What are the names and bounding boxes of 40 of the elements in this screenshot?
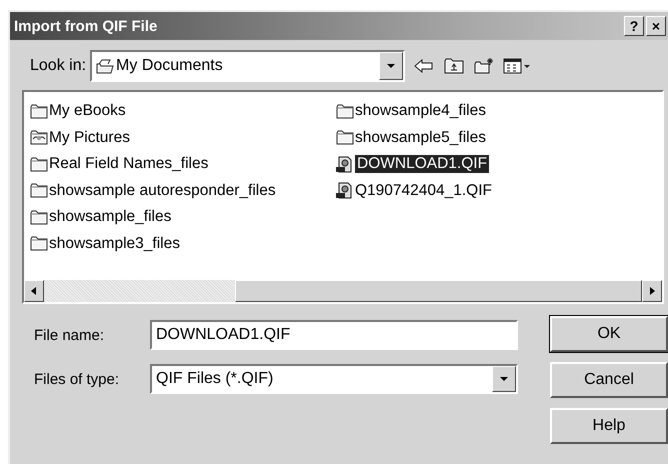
up-folder-icon[interactable] (443, 57, 466, 75)
file-name-label: File name: (34, 326, 106, 344)
folder-icon (30, 182, 48, 200)
pictures-folder-icon (30, 129, 48, 146)
cancel-button[interactable]: Cancel (550, 362, 668, 398)
scroll-left-icon[interactable] (29, 286, 39, 296)
file-item[interactable]: showsample3_files (30, 230, 183, 257)
document-icon (336, 156, 354, 173)
document-icon (336, 182, 354, 200)
close-button[interactable]: × (646, 16, 666, 36)
file-item[interactable]: showsample5_files (336, 124, 489, 151)
back-arrow-icon[interactable] (413, 57, 436, 75)
folder-icon (96, 58, 114, 74)
file-item[interactable]: Q190742404_1.QIF (336, 178, 496, 204)
file-type-label: Files of type: (34, 370, 120, 388)
look-in-dropdown[interactable]: My Documents (90, 50, 406, 82)
window-title: Import from QIF File (14, 18, 158, 34)
folder-icon (30, 235, 48, 252)
scroll-thumb[interactable] (235, 280, 642, 302)
scroll-right-icon[interactable] (647, 286, 657, 296)
file-type-dropdown[interactable]: QIF Files (*.QIF) (150, 364, 518, 394)
new-folder-icon[interactable] (473, 57, 496, 75)
file-name-field[interactable]: DOWNLOAD1.QIF (150, 320, 518, 350)
folder-icon (30, 102, 48, 120)
help-button[interactable]: Help (550, 408, 668, 444)
help-button[interactable]: ? (624, 16, 644, 36)
folder-icon (30, 208, 48, 226)
file-item[interactable]: showsample4_files (336, 98, 489, 124)
folder-icon (336, 102, 354, 120)
horizontal-scrollbar[interactable] (24, 280, 662, 302)
file-item[interactable]: showsample autoresponder_files (30, 178, 279, 204)
file-item[interactable]: My eBooks (30, 98, 129, 124)
folder-icon (336, 129, 354, 146)
file-item[interactable]: My Pictures (30, 124, 133, 151)
file-item[interactable]: showsample_files (30, 204, 174, 230)
folder-icon (30, 156, 48, 173)
view-menu-icon[interactable] (503, 57, 532, 75)
look-in-label: Look in: (30, 57, 86, 75)
ok-button[interactable]: OK (550, 316, 668, 352)
file-item[interactable]: Real Field Names_files (30, 151, 212, 178)
